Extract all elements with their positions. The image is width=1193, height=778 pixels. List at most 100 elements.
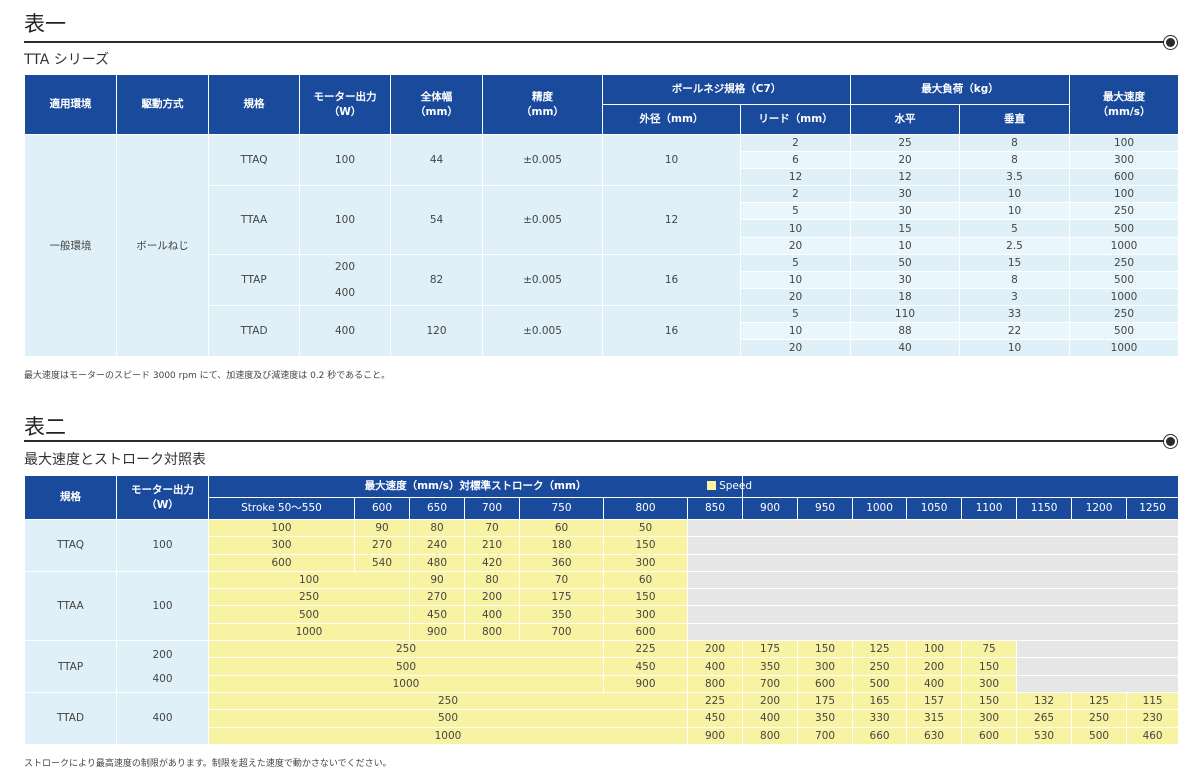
accuracy-cell: ±0.005	[482, 133, 603, 187]
header-vertical: 垂直	[959, 104, 1071, 135]
speed-value: 450	[409, 605, 465, 624]
motor-value: 100	[334, 154, 356, 167]
speed-value: 540	[354, 553, 410, 572]
header-accuracy-unit: （mm）	[521, 105, 564, 118]
speed-value: 70	[519, 570, 604, 590]
speed-value: 250	[208, 640, 604, 659]
speed-value: 150	[797, 640, 854, 659]
speed-value: 265	[1016, 709, 1073, 728]
speed-value: 157	[906, 691, 963, 711]
speed-value: 300	[961, 674, 1018, 693]
header-speed: 最大速度 （mm/s）	[1069, 74, 1180, 135]
speed-value: 450	[686, 709, 744, 728]
speed-value: 100	[906, 640, 963, 659]
t2-header-legend: Speed	[707, 475, 1180, 498]
speed-value: 80	[464, 570, 520, 590]
section2-title: 表二	[24, 415, 66, 439]
speed-value: 700	[519, 622, 604, 642]
spec-table: 適用環境 駆動方式 規格 モーター出力 （W） 全体幅 （mm） 精度 （mm） ボー…	[24, 74, 1180, 358]
unavailable-cell	[686, 588, 1180, 607]
lead-cell: 20	[739, 236, 852, 255]
speed-value: 900	[409, 622, 465, 642]
width-cell: 44	[390, 133, 483, 187]
stroke-header-5: 800	[603, 497, 688, 520]
motor-cell: 100	[299, 133, 391, 187]
speed-cell: 100	[1069, 185, 1180, 204]
speed-cell: 600	[1069, 168, 1180, 187]
speed-value: 225	[686, 691, 744, 711]
accuracy-cell: ±0.005	[482, 253, 603, 306]
vertical-cell: 3	[959, 287, 1071, 306]
motor-cell: 100	[299, 185, 391, 255]
vertical-cell: 33	[959, 304, 1071, 324]
speed-value: 300	[208, 536, 355, 555]
unavailable-cell	[686, 570, 1180, 590]
t2-motor-value: 200	[152, 648, 173, 661]
speed-value: 250	[1071, 709, 1128, 728]
outer-cell: 12	[602, 185, 741, 255]
speed-cell: 500	[1069, 322, 1180, 341]
lead-cell: 12	[739, 168, 852, 187]
unavailable-cell	[686, 622, 1180, 642]
header-width: 全体幅 （mm）	[390, 74, 483, 135]
header-outer: 外径（mm）	[602, 104, 741, 135]
speed-value: 400	[906, 674, 963, 693]
motor-cell: 400	[299, 304, 391, 358]
vertical-cell: 8	[959, 151, 1071, 170]
t2-header-motor: モーター出力 （W）	[116, 475, 209, 520]
section2-divider-dot	[1166, 437, 1175, 446]
model-cell: TTAQ	[208, 133, 300, 187]
section1-note: 最大速度はモーターのスピード 3000 rpm にて、加速度及び減速度は 0.2…	[24, 371, 391, 381]
speed-value: 300	[603, 553, 688, 572]
t2-model-cell: TTAQ	[24, 519, 117, 572]
speed-value: 300	[603, 605, 688, 624]
header-motor: モーター出力 （W）	[299, 74, 391, 135]
t2-motor-value: 100	[152, 539, 173, 552]
outer-cell: 10	[602, 133, 741, 187]
horizontal-cell: 15	[850, 219, 961, 238]
speed-value: 50	[603, 518, 688, 538]
t2-motor-value: 400	[152, 712, 173, 725]
section1-title: 表一	[24, 12, 66, 36]
speed-value: 70	[464, 518, 520, 538]
speed-value: 420	[464, 553, 520, 572]
speed-value: 240	[409, 536, 465, 555]
lead-cell: 2	[739, 133, 852, 153]
speed-cell: 250	[1069, 202, 1180, 221]
width-cell: 120	[390, 304, 483, 358]
speed-value: 150	[961, 691, 1018, 711]
header-accuracy-label: 精度	[532, 91, 553, 104]
model-cell: TTAD	[208, 304, 300, 358]
header-load: 最大負荷（kg）	[850, 74, 1071, 105]
horizontal-cell: 40	[850, 339, 961, 358]
speed-value: 132	[1016, 691, 1073, 711]
speed-value: 480	[409, 553, 465, 572]
lead-cell: 20	[739, 339, 852, 358]
speed-value: 180	[519, 536, 604, 555]
speed-value: 800	[686, 674, 744, 693]
speed-value: 200	[742, 691, 799, 711]
motor-value: 100	[334, 213, 356, 226]
model-cell: TTAA	[208, 185, 300, 255]
horizontal-cell: 30	[850, 202, 961, 221]
speed-value: 350	[519, 605, 604, 624]
speed-value: 165	[852, 691, 908, 711]
speed-value: 315	[906, 709, 963, 728]
t2-motor-cell: 200 400	[116, 640, 209, 693]
speed-value: 500	[852, 674, 908, 693]
stroke-header-4: 750	[519, 497, 604, 520]
stroke-header-6: 850	[686, 497, 744, 520]
speed-value: 1000	[208, 622, 410, 642]
lead-cell: 10	[739, 270, 852, 289]
horizontal-cell: 18	[850, 287, 961, 306]
unavailable-cell	[686, 518, 1180, 538]
width-cell: 54	[390, 185, 483, 255]
speed-legend-swatch	[707, 481, 717, 491]
t2-header-motor-label: モーター出力	[131, 484, 194, 497]
lead-cell: 10	[739, 219, 852, 238]
unavailable-cell	[686, 605, 1180, 624]
speed-value: 900	[686, 726, 744, 745]
speed-value: 700	[742, 674, 799, 693]
lead-cell: 5	[739, 253, 852, 272]
speed-value: 600	[797, 674, 854, 693]
